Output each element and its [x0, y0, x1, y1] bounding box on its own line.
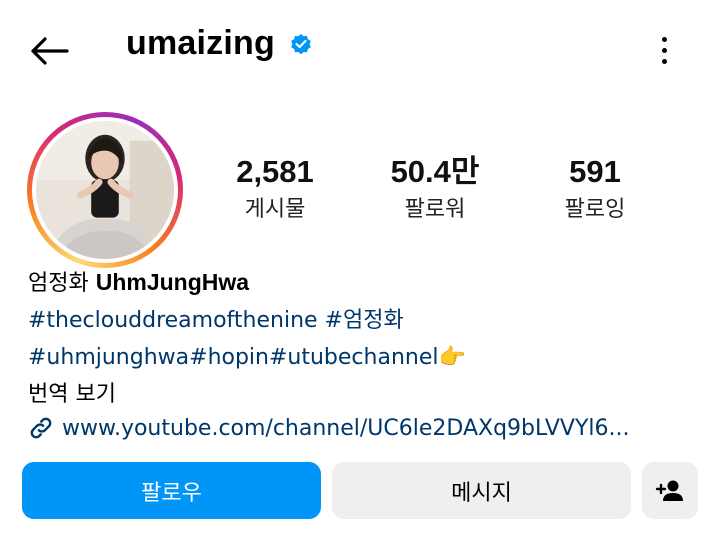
arrow-left-icon [31, 37, 69, 65]
username-container: umaizing [126, 24, 313, 63]
follow-button[interactable]: 팔로우 [22, 462, 321, 519]
followers-label: 팔로워 [404, 197, 466, 222]
message-button[interactable]: 메시지 [332, 462, 631, 519]
hashtag-link[interactable]: #엄정화 [325, 308, 404, 333]
bio-hashtags-line2: #uhmjunghwa#hopin#utubechannel👉 [28, 339, 708, 376]
following-label: 팔로잉 [564, 197, 626, 222]
pointing-hand-emoji: 👉 [438, 345, 466, 370]
suggested-users-button[interactable] [642, 462, 698, 519]
verified-badge-icon [291, 33, 311, 54]
profile-stats: 2,581 게시물 50.4만 팔로워 591 팔로잉 [210, 152, 690, 232]
hashtag-links[interactable]: #uhmjunghwa#hopin#utubechannel [28, 345, 439, 370]
more-options-button[interactable] [648, 28, 680, 72]
username: umaizing [126, 24, 275, 62]
posts-stat[interactable]: 2,581 게시물 [210, 152, 340, 228]
profile-actions: 팔로우 메시지 [22, 462, 698, 520]
display-name-latin: UhmJungHwa [95, 269, 250, 295]
following-count: 591 [569, 154, 621, 189]
profile-header: umaizing [0, 0, 720, 100]
bio-hashtags-line1: #theclouddreamofthenine #엄정화 [28, 302, 708, 339]
add-person-icon [655, 480, 683, 501]
see-translation-link[interactable]: 번역 보기 [28, 376, 708, 413]
bio-section: 엄정화 UhmJungHwa #theclouddreamofthenine #… [28, 264, 708, 441]
more-vertical-icon [661, 36, 667, 42]
posts-label: 게시물 [244, 197, 306, 222]
posts-count: 2,581 [236, 154, 314, 189]
link-icon [30, 417, 52, 439]
avatar [36, 121, 174, 259]
profile-website-link[interactable]: www.youtube.com/channel/UC6le2DAXq9bLVVY… [28, 415, 708, 441]
avatar-story-ring[interactable] [27, 112, 183, 268]
display-name: 엄정화 UhmJungHwa [28, 264, 708, 302]
following-stat[interactable]: 591 팔로잉 [530, 152, 660, 228]
website-url: www.youtube.com/channel/UC6le2DAXq9bLVVY… [62, 415, 630, 441]
display-name-korean: 엄정화 [28, 271, 89, 296]
followers-count: 50.4만 [390, 154, 480, 189]
hashtag-link[interactable]: #theclouddreamofthenine [28, 308, 318, 333]
followers-stat[interactable]: 50.4만 팔로워 [370, 152, 500, 228]
avatar-image [36, 121, 174, 259]
back-button[interactable] [26, 28, 72, 74]
